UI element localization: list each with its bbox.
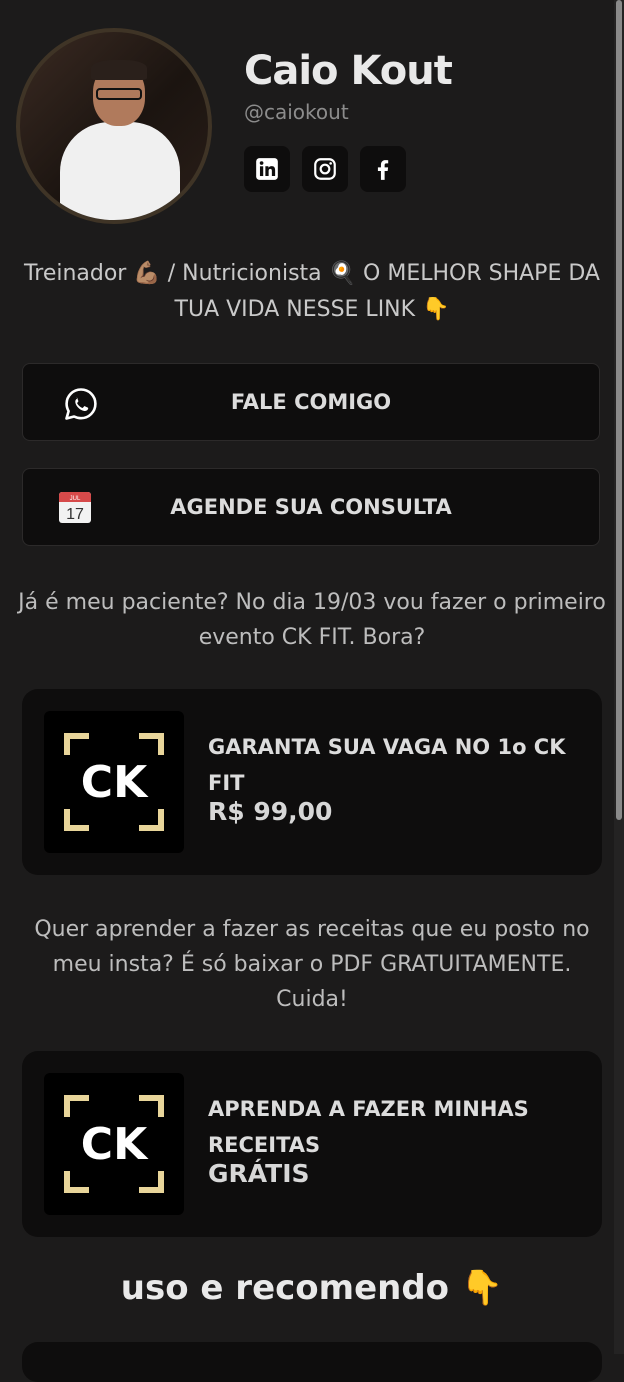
- ck-logo-text: CK: [81, 1119, 149, 1170]
- recommendation-card[interactable]: [22, 1342, 602, 1382]
- ck-logo-text: CK: [81, 757, 149, 808]
- product-price: R$ 99,00: [208, 797, 333, 826]
- product-thumbnail: CK: [44, 1073, 184, 1215]
- scrollbar-thumb[interactable]: [616, 0, 622, 820]
- agende-consulta-button[interactable]: JUL 17 AGENDE SUA CONSULTA: [22, 468, 600, 546]
- instagram-button[interactable]: [302, 146, 348, 192]
- cooking-emoji: 🍳: [328, 261, 357, 286]
- profile-bio: Treinador 💪🏽 / Nutricionista 🍳 O MELHOR …: [16, 256, 608, 328]
- instagram-icon: [314, 158, 336, 180]
- section-heading-text: uso e recomendo: [120, 1268, 461, 1308]
- linkedin-button[interactable]: [244, 146, 290, 192]
- pointing-down-emoji: 👇: [460, 1268, 504, 1308]
- facebook-button[interactable]: [360, 146, 406, 192]
- profile-header: Caio Kout @caiokout: [16, 28, 606, 228]
- flexed-bicep-emoji: 💪🏽: [133, 261, 161, 286]
- social-links: [244, 146, 406, 192]
- ck-logo: CK: [64, 733, 164, 831]
- profile-handle: @caiokout: [244, 100, 349, 124]
- product-thumbnail: CK: [44, 711, 184, 853]
- product-card-ck-fit[interactable]: CK GARANTA SUA VAGA NO 1o CK FIT R$ 99,0…: [22, 689, 602, 875]
- pointing-down-emoji: 👇: [422, 297, 450, 322]
- avatar: [16, 28, 212, 224]
- agende-consulta-label: AGENDE SUA CONSULTA: [170, 495, 452, 519]
- product-title: APRENDA A FAZER MINHAS RECEITAS: [208, 1097, 529, 1157]
- fale-comigo-button[interactable]: FALE COMIGO: [22, 363, 600, 441]
- bio-text: / Nutricionista: [160, 261, 329, 286]
- profile-name: Caio Kout: [244, 48, 453, 94]
- facebook-icon: [377, 160, 389, 180]
- scrollbar[interactable]: [614, 0, 624, 1354]
- event-note: Já é meu paciente? No dia 19/03 vou faze…: [18, 590, 606, 650]
- ck-logo: CK: [64, 1095, 164, 1193]
- avatar-glasses: [96, 88, 142, 100]
- bio-text: Treinador: [24, 261, 134, 286]
- fale-comigo-label: FALE COMIGO: [230, 390, 392, 414]
- recipes-note: Quer aprender a fazer as receitas que eu…: [34, 917, 590, 1012]
- product-title: GARANTA SUA VAGA NO 1o CK FIT: [208, 735, 566, 795]
- product-price: GRÁTIS: [208, 1159, 310, 1188]
- avatar-shirt: [60, 122, 180, 220]
- product-card-receitas[interactable]: CK APRENDA A FAZER MINHAS RECEITAS GRÁTI…: [22, 1051, 602, 1237]
- avatar-hair: [91, 60, 147, 80]
- linkedin-icon: [256, 158, 278, 180]
- section-heading: uso e recomendo 👇: [16, 1268, 608, 1308]
